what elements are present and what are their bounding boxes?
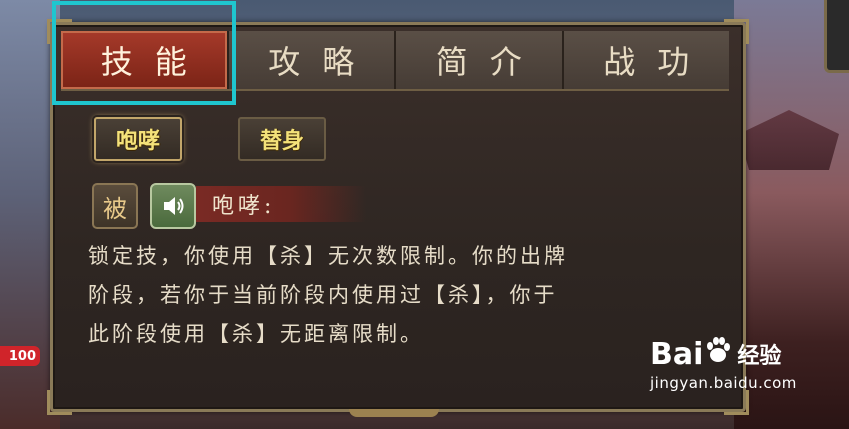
skill-description-line: 此阶段使用【杀】无距离限制。	[88, 322, 424, 346]
tab-strategy[interactable]: 攻略	[229, 31, 396, 89]
panel-bottom-ornament	[349, 409, 439, 417]
skill-button-paoxiao[interactable]: 咆哮	[94, 117, 182, 161]
watermark-url: jingyan.baidu.com	[650, 374, 797, 392]
skill-description-line: 阶段，若你于当前阶段内使用过【杀】，你于	[88, 283, 558, 307]
skill-name: 咆哮:	[212, 194, 276, 219]
tab-intro[interactable]: 简介	[396, 31, 564, 89]
passive-skill-tag: 被	[92, 183, 138, 229]
side-count-badge: 100	[0, 346, 40, 366]
tab-highlight-outline	[52, 1, 236, 105]
jingyan-logo-text: 经验	[737, 344, 782, 369]
baidu-logo-text: Bai	[650, 336, 704, 372]
tab-achievements[interactable]: 战功	[564, 31, 730, 89]
skill-description: 锁定技，你使用【杀】无次数限制。你的出牌 阶段，若你于当前阶段内使用过【杀】，你…	[88, 237, 708, 354]
paw-icon	[705, 336, 731, 372]
skill-description-line: 锁定技，你使用【杀】无次数限制。你的出牌	[88, 244, 568, 268]
panel-corner-ornament	[724, 390, 749, 415]
top-right-frame-button[interactable]	[824, 0, 849, 73]
panel-corner-ornament	[47, 390, 72, 415]
baidu-jingyan-watermark: Bai 经验 jingyan.baidu.com	[650, 336, 797, 393]
speaker-icon-glyph	[164, 197, 184, 215]
skill-button-tishen[interactable]: 替身	[238, 117, 326, 161]
speaker-icon[interactable]	[150, 183, 196, 229]
baidu-logo: Bai 经验	[650, 336, 797, 372]
